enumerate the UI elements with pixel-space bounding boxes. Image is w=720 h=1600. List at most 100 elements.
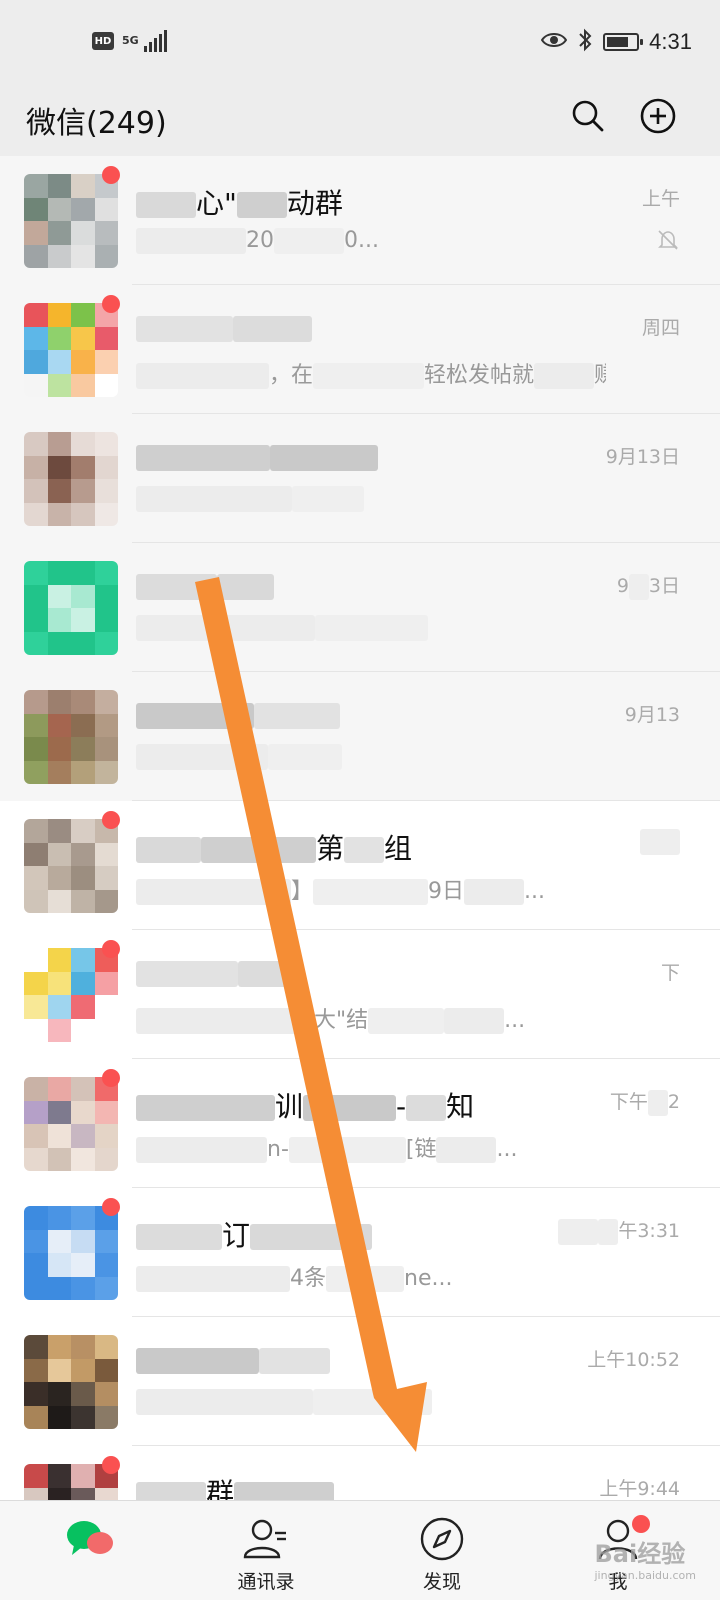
- chat-preview-text: 大"结: [314, 1008, 369, 1033]
- chat-name-text: 知: [446, 1090, 475, 1123]
- redacted-text: [640, 829, 680, 855]
- redacted-text: [628, 573, 649, 600]
- chat-time-text: 周四: [641, 317, 680, 339]
- chat-preview: [136, 1389, 432, 1415]
- redacted-text: [136, 1137, 267, 1163]
- redacted-text: [313, 879, 429, 905]
- tab-chats[interactable]: [0, 1501, 180, 1600]
- chat-preview-text: 赚...: [594, 363, 606, 388]
- chat-time-text: 9月13日: [605, 446, 680, 468]
- add-button[interactable]: [636, 94, 680, 138]
- redacted-text: [201, 837, 316, 863]
- avatar: [24, 819, 118, 913]
- tab-discover[interactable]: 发现: [352, 1501, 532, 1600]
- chat-time: 午3:31: [558, 1216, 680, 1245]
- search-button[interactable]: [566, 94, 610, 138]
- chat-icon: [66, 1515, 114, 1563]
- chat-time-text: 下: [660, 962, 680, 984]
- redacted-text: [315, 615, 428, 641]
- redacted-text: [136, 703, 254, 729]
- tab-me-badge: [632, 1515, 650, 1533]
- chat-preview-text: ...: [504, 1008, 526, 1033]
- unread-badge: [102, 940, 120, 958]
- chat-name: [136, 956, 302, 989]
- chat-item[interactable]: 群 上午9:44: [0, 1446, 720, 1500]
- redacted-text: [444, 1008, 505, 1034]
- chat-name: 群: [136, 1472, 335, 1500]
- redacted-text: [136, 837, 201, 863]
- chat-time: 上午: [642, 184, 680, 211]
- unread-badge: [102, 1456, 120, 1474]
- battery-fill: [607, 37, 629, 47]
- chat-name-text: -: [396, 1090, 407, 1123]
- redacted-text: [326, 1266, 404, 1292]
- redacted-text: [136, 1224, 222, 1250]
- chat-item[interactable]: 大"结... 下: [0, 930, 720, 1059]
- tab-contacts[interactable]: 通讯录: [176, 1501, 356, 1600]
- chat-name: [136, 1343, 330, 1376]
- chat-item[interactable]: 上午10:52: [0, 1317, 720, 1446]
- chat-preview-text: ne...: [404, 1266, 453, 1291]
- add-icon: [640, 98, 676, 134]
- chat-name-text: 心": [196, 187, 237, 220]
- redacted-text: [234, 1482, 335, 1500]
- chat-time-text: 上午9:44: [599, 1478, 680, 1500]
- avatar: [24, 690, 118, 784]
- chat-time-text: 3日: [648, 575, 680, 597]
- watermark-brand-2: 经验: [637, 1540, 686, 1568]
- redacted-text: [406, 1095, 447, 1121]
- redacted-text: [238, 961, 302, 987]
- chat-name-text: 第: [316, 832, 345, 865]
- redacted-text: [136, 1008, 314, 1034]
- avatar: [24, 1206, 118, 1300]
- redacted-text: [647, 1089, 668, 1116]
- chat-name: [136, 440, 378, 473]
- redacted-text: [136, 744, 268, 770]
- chat-time-text: 上午10:52: [587, 1349, 680, 1371]
- redacted-text: [136, 1095, 275, 1121]
- chat-preview: 大"结...: [136, 1002, 525, 1034]
- chat-item[interactable]: 第组】 9日...: [0, 801, 720, 930]
- unread-badge: [102, 811, 120, 829]
- unread-badge: [102, 295, 120, 313]
- redacted-text: [136, 1266, 290, 1292]
- watermark-url: jingyan.baidu.com: [594, 1569, 696, 1582]
- redacted-text: [136, 615, 315, 641]
- redacted-text: [598, 1218, 619, 1245]
- chat-item[interactable]: 训 - 知 n- [链... 下午 2: [0, 1059, 720, 1188]
- status-right: 4:31: [540, 28, 692, 56]
- watermark-brand: Bai: [594, 1540, 638, 1568]
- chat-name: 第组: [136, 827, 412, 867]
- chat-time: 9月13: [625, 700, 680, 727]
- redacted-text: [313, 1389, 432, 1415]
- avatar: [24, 432, 118, 526]
- redacted-text: [136, 445, 270, 471]
- chat-item[interactable]: 9 3日: [0, 543, 720, 672]
- avatar: [24, 303, 118, 397]
- chat-name-text: 训: [275, 1090, 304, 1123]
- redacted-text: [136, 1482, 206, 1500]
- chat-name: [136, 698, 340, 731]
- chat-item[interactable]: 订 4条 ne... 午3:31: [0, 1188, 720, 1317]
- unread-badge: [102, 166, 120, 184]
- redacted-text: [233, 316, 312, 342]
- chat-preview: 20 0...: [136, 228, 379, 254]
- unread-badge: [102, 1069, 120, 1087]
- search-icon: [572, 100, 604, 132]
- redacted-text: [259, 1348, 330, 1374]
- page-title: 微信(249): [26, 106, 167, 141]
- chat-item[interactable]: 心" 动群 20 0... 上午: [0, 156, 720, 285]
- redacted-text: [288, 1137, 406, 1163]
- avatar: [24, 174, 118, 268]
- chat-preview-text: [链: [405, 1137, 437, 1162]
- chat-preview-text: 0...: [344, 228, 379, 253]
- unread-badge: [102, 1198, 120, 1216]
- chat-item[interactable]: ，在 轻松发帖就 赚... 周四: [0, 285, 720, 414]
- chat-item[interactable]: 9月13: [0, 672, 720, 801]
- chat-item[interactable]: 9月13日: [0, 414, 720, 543]
- redacted-text: [136, 363, 269, 389]
- eye-icon: [540, 30, 568, 54]
- chat-list[interactable]: 心"动群200...上午，在轻松发帖就赚...周四9月13日93日9月13第组】…: [0, 156, 720, 1500]
- avatar: [24, 948, 118, 1042]
- redacted-text: [136, 228, 246, 254]
